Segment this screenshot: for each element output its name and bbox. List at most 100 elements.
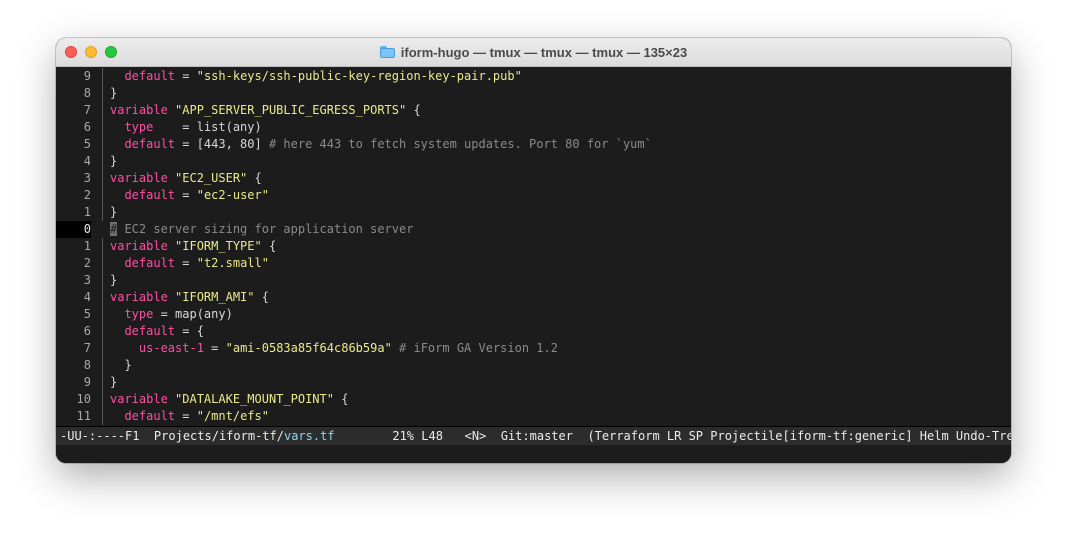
string-token: "EC2_USER"	[175, 171, 248, 185]
folder-icon	[379, 46, 395, 58]
code-token: = {	[175, 324, 204, 338]
code-text: type = list(any)	[110, 119, 262, 136]
code-text: variable "EC2_USER" {	[110, 170, 262, 187]
current-code-line[interactable]: 0 # EC2 server sizing for application ser…	[56, 221, 1011, 238]
code-line[interactable]: 1 variable "IFORM_TYPE" {	[56, 238, 1011, 255]
code-line[interactable]: 8 }	[56, 357, 1011, 374]
indent-guide	[102, 289, 103, 306]
code-text: variable "IFORM_AMI" {	[110, 289, 269, 306]
line-number: 3	[83, 171, 91, 185]
code-line[interactable]: 11 default = "/mnt/efs"	[56, 408, 1011, 425]
line-number: 7	[83, 341, 91, 355]
cursor-position: 21% L48	[334, 429, 465, 443]
major-minor-modes: (Terraform LR SP Projectile[iform-tf:gen…	[587, 429, 1011, 443]
line-number: 6	[83, 120, 91, 134]
line-number: 9	[83, 375, 91, 389]
line-number: 10	[76, 392, 91, 406]
code-token: }	[110, 86, 118, 100]
code-editor[interactable]: 9 default = "ssh-keys/ssh-public-key-reg…	[56, 68, 1011, 425]
indent-guide	[102, 68, 103, 85]
code-line[interactable]: 4}	[56, 153, 1011, 170]
code-token: = [443, 80]	[175, 137, 269, 151]
code-token: = list(any)	[153, 120, 262, 134]
indent-guide	[102, 408, 103, 425]
code-line[interactable]: 1}	[56, 204, 1011, 221]
code-line[interactable]: 3}	[56, 272, 1011, 289]
code-line[interactable]: 6 type = list(any)	[56, 119, 1011, 136]
string-token: "APP_SERVER_PUBLIC_EGRESS_PORTS"	[175, 103, 407, 117]
line-number: 3	[83, 273, 91, 287]
string-token: "IFORM_TYPE"	[175, 239, 262, 253]
code-token: }	[110, 358, 132, 372]
indent-guide	[102, 204, 103, 221]
attribute-token: type	[124, 307, 154, 321]
code-token: {	[261, 239, 277, 253]
code-text: us-east-1 = "ami-0583a85f64c86b59a" # iF…	[110, 340, 558, 357]
evil-state: <N>	[464, 429, 487, 443]
keyword-token: variable	[110, 239, 168, 253]
string-token: "ssh-keys/ssh-public-key-region-key-pair…	[196, 69, 522, 83]
code-text: }	[110, 374, 117, 391]
indent-guide	[102, 85, 103, 102]
code-line[interactable]: 7 variable "APP_SERVER_PUBLIC_EGRESS_PORT…	[56, 102, 1011, 119]
terminal-window: iform-hugo — tmux — tmux — tmux — 135×23…	[56, 38, 1011, 463]
code-token: =	[175, 256, 197, 270]
keyword-token: variable	[110, 171, 168, 185]
attribute-token: default	[124, 188, 176, 202]
indent-guide	[102, 255, 103, 272]
title-bar[interactable]: iform-hugo — tmux — tmux — tmux — 135×23	[56, 38, 1011, 67]
comment-token: # here 443 to fetch system updates. Port…	[268, 137, 652, 151]
code-line[interactable]: 4 variable "IFORM_AMI" {	[56, 289, 1011, 306]
code-token: =	[175, 188, 197, 202]
code-text: variable "DATALAKE_MOUNT_POINT" {	[110, 391, 348, 408]
code-line[interactable]: 5 type = map(any)	[56, 306, 1011, 323]
code-token: {	[333, 392, 349, 406]
code-text: default = [443, 80] # here 443 to fetch …	[110, 136, 652, 153]
code-token: {	[406, 103, 421, 117]
code-line[interactable]: 9 default = "ssh-keys/ssh-public-key-reg…	[56, 68, 1011, 85]
string-token: "DATALAKE_MOUNT_POINT"	[175, 392, 334, 406]
echo-area[interactable]	[56, 445, 1011, 463]
code-line[interactable]: 9}	[56, 374, 1011, 391]
indent-guide	[102, 102, 103, 119]
indent-guide	[102, 187, 103, 204]
line-number: 9	[83, 69, 91, 83]
line-number: 11	[76, 409, 91, 423]
keyword-token: variable	[110, 392, 168, 406]
code-line[interactable]: 6 default = {	[56, 323, 1011, 340]
indent-guide	[102, 119, 103, 136]
code-line[interactable]: 10 variable "DATALAKE_MOUNT_POINT" {	[56, 391, 1011, 408]
code-line[interactable]: 2 default = "ec2-user"	[56, 187, 1011, 204]
code-line[interactable]: 8}	[56, 85, 1011, 102]
code-token: {	[254, 290, 269, 304]
code-text: default = "ec2-user"	[110, 187, 269, 204]
code-token: = map(any)	[153, 307, 233, 321]
mode-line: -UU-:----F1 Projects/iform-tf/vars.tf 21…	[56, 426, 1011, 445]
indent-guide	[102, 340, 103, 357]
code-text: }	[110, 85, 117, 102]
code-line[interactable]: 5 default = [443, 80] # here 443 to fetc…	[56, 136, 1011, 153]
code-line[interactable]: 7 us-east-1 = "ami-0583a85f64c86b59a" # …	[56, 340, 1011, 357]
code-line[interactable]: 3 variable "EC2_USER" {	[56, 170, 1011, 187]
line-number: 8	[83, 358, 91, 372]
code-line[interactable]: 2 default = "t2.small"	[56, 255, 1011, 272]
code-token: {	[247, 171, 262, 185]
string-token: "IFORM_AMI"	[175, 290, 255, 304]
line-number: 2	[83, 256, 91, 270]
line-number: 5	[83, 137, 91, 151]
string-token: "ec2-user"	[196, 188, 269, 202]
indent-guide	[102, 391, 103, 408]
attribute-token: default	[124, 409, 176, 423]
attribute-token: default	[124, 69, 176, 83]
code-token: }	[110, 154, 118, 168]
git-branch: Git:master	[486, 429, 588, 443]
